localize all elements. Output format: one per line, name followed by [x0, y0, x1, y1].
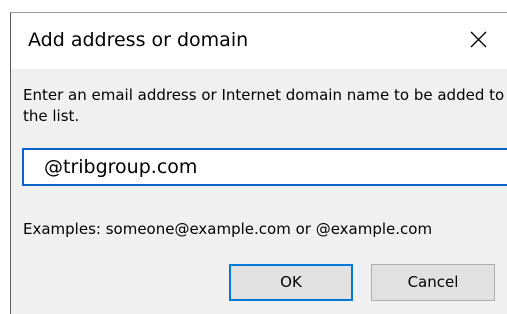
instruction-text: Enter an email address or Internet domai… [23, 86, 505, 125]
add-address-dialog: Add address or domain Enter an email add… [10, 12, 507, 314]
examples-text: Examples: someone@example.com or @exampl… [23, 220, 433, 238]
close-icon [470, 31, 487, 48]
ok-button[interactable]: OK [229, 264, 353, 301]
dialog-title: Add address or domain [28, 29, 249, 51]
address-input[interactable] [22, 148, 507, 186]
dialog-titlebar: Add address or domain [11, 13, 507, 69]
close-button[interactable] [451, 19, 507, 63]
cancel-button[interactable]: Cancel [371, 264, 495, 301]
background-window-text [40, 0, 160, 5]
